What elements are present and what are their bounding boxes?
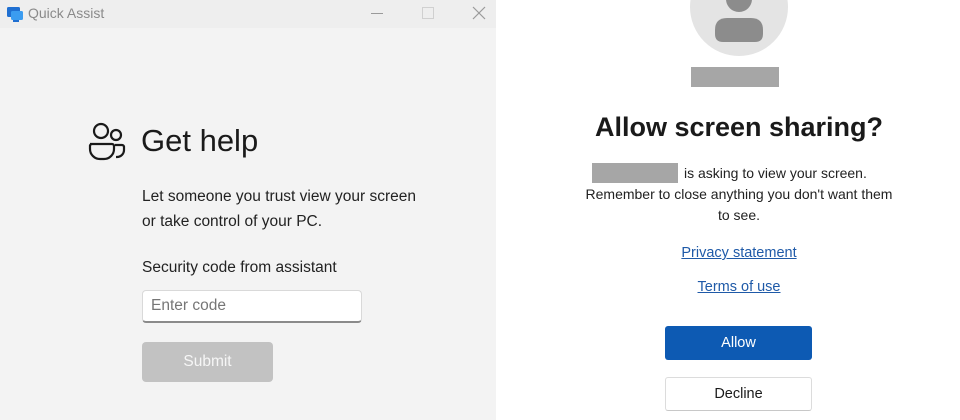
page-title: Get help [141, 123, 259, 158]
request-line: is asking to view your screen. [592, 163, 867, 183]
title-bar: Quick Assist [0, 0, 496, 28]
minimize-icon[interactable] [366, 3, 388, 23]
close-icon[interactable] [468, 3, 490, 23]
allow-button[interactable]: Allow [665, 326, 812, 360]
person-avatar-icon [690, 0, 788, 56]
submit-button[interactable]: Submit [142, 342, 273, 382]
description-line: or take control of your PC. [142, 213, 323, 230]
reminder-text: Remember to close anything you don't wan… [585, 186, 893, 202]
description-line: Let someone you trust view your screen [142, 188, 416, 205]
people-icon [88, 122, 126, 161]
prompt-title: Allow screen sharing? [594, 112, 884, 142]
security-code-input[interactable] [142, 290, 362, 323]
security-code-label: Security code from assistant [142, 259, 337, 276]
description: Let someone you trust view your screen o… [142, 184, 442, 234]
screen-sharing-prompt: Allow screen sharing? is asking to view … [496, 0, 960, 420]
redacted-requester [592, 163, 678, 183]
terms-of-use-link[interactable]: Terms of use [496, 279, 960, 295]
redacted-name [691, 67, 779, 87]
quick-assist-window: Quick Assist Get help Let someone you tr… [0, 0, 496, 420]
app-title: Quick Assist [28, 5, 105, 21]
decline-button[interactable]: Decline [665, 377, 812, 411]
maximize-icon[interactable] [417, 3, 439, 23]
quick-assist-icon [7, 7, 23, 22]
privacy-statement-link[interactable]: Privacy statement [496, 245, 960, 261]
request-text: is asking to view your screen. [684, 165, 867, 181]
reminder-text-continued: to see. [717, 207, 761, 223]
